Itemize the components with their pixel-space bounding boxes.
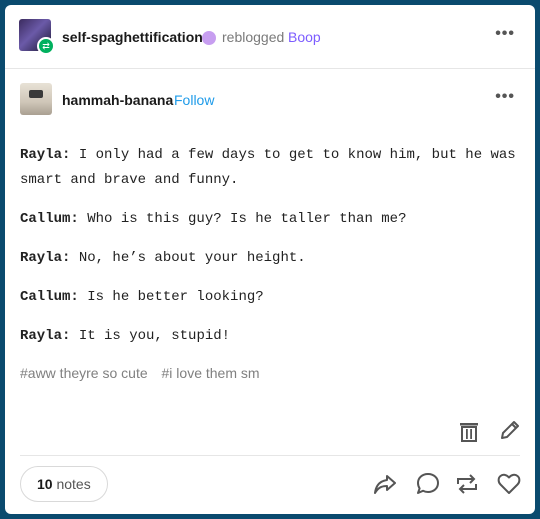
line-text: It is you, stupid!	[70, 328, 231, 344]
speaker-name: Rayla:	[20, 328, 71, 344]
dialogue-line: Callum: Who is this guy? Is he taller th…	[20, 207, 520, 232]
dialogue-line: Callum: Is he better looking?	[20, 285, 520, 310]
speaker-name: Rayla:	[20, 147, 71, 163]
reblog-badge-icon: ⇄	[37, 37, 55, 55]
reply-icon[interactable]	[415, 471, 441, 497]
source-avatar-icon	[202, 31, 216, 45]
post-body: Rayla: I only had a few days to get to k…	[20, 143, 520, 363]
author-avatar[interactable]	[20, 83, 52, 115]
tags: #aww theyre so cute #i love them sm	[20, 365, 270, 381]
author-username[interactable]: hammah-banana	[62, 92, 173, 108]
delete-icon[interactable]	[459, 421, 479, 443]
line-text: Who is this guy? Is he taller than me?	[78, 211, 407, 227]
speaker-name: Callum:	[20, 211, 79, 227]
heart-icon[interactable]	[496, 471, 522, 497]
line-text: I only had a few days to get to know him…	[20, 147, 516, 188]
footer-divider	[20, 455, 520, 456]
line-text: No, he’s about your height.	[70, 250, 306, 266]
notes-button[interactable]: 10 notes	[20, 466, 108, 502]
speaker-name: Rayla:	[20, 250, 71, 266]
reblog-icon[interactable]	[454, 471, 480, 497]
speaker-name: Callum:	[20, 289, 79, 305]
dialogue-line: Rayla: No, he’s about your height.	[20, 246, 520, 271]
post-card: ⇄ self-spaghettification reblogged Boop …	[5, 5, 535, 514]
line-text: Is he better looking?	[78, 289, 264, 305]
dialogue-line: Rayla: I only had a few days to get to k…	[20, 143, 520, 193]
notes-count: 10	[37, 476, 53, 492]
reblog-action-text: reblogged	[222, 29, 285, 45]
tag-link[interactable]: #i love them sm	[162, 365, 260, 381]
reblog-source-link[interactable]: Boop	[288, 29, 321, 45]
dialogue-line: Rayla: It is you, stupid!	[20, 324, 520, 349]
reblogger-username[interactable]: self-spaghettification	[62, 29, 203, 45]
more-options-icon[interactable]: •••	[495, 25, 515, 43]
post-more-options-icon[interactable]: •••	[495, 88, 515, 106]
reblogger-avatar[interactable]: ⇄	[19, 19, 55, 55]
avatar-face	[29, 90, 43, 98]
share-icon[interactable]	[372, 471, 398, 497]
reblog-header: ⇄ self-spaghettification reblogged Boop …	[5, 5, 535, 69]
follow-button[interactable]: Follow	[174, 92, 214, 108]
edit-icon[interactable]	[499, 419, 521, 441]
tag-link[interactable]: #aww theyre so cute	[20, 365, 148, 381]
notes-label: notes	[56, 476, 91, 492]
